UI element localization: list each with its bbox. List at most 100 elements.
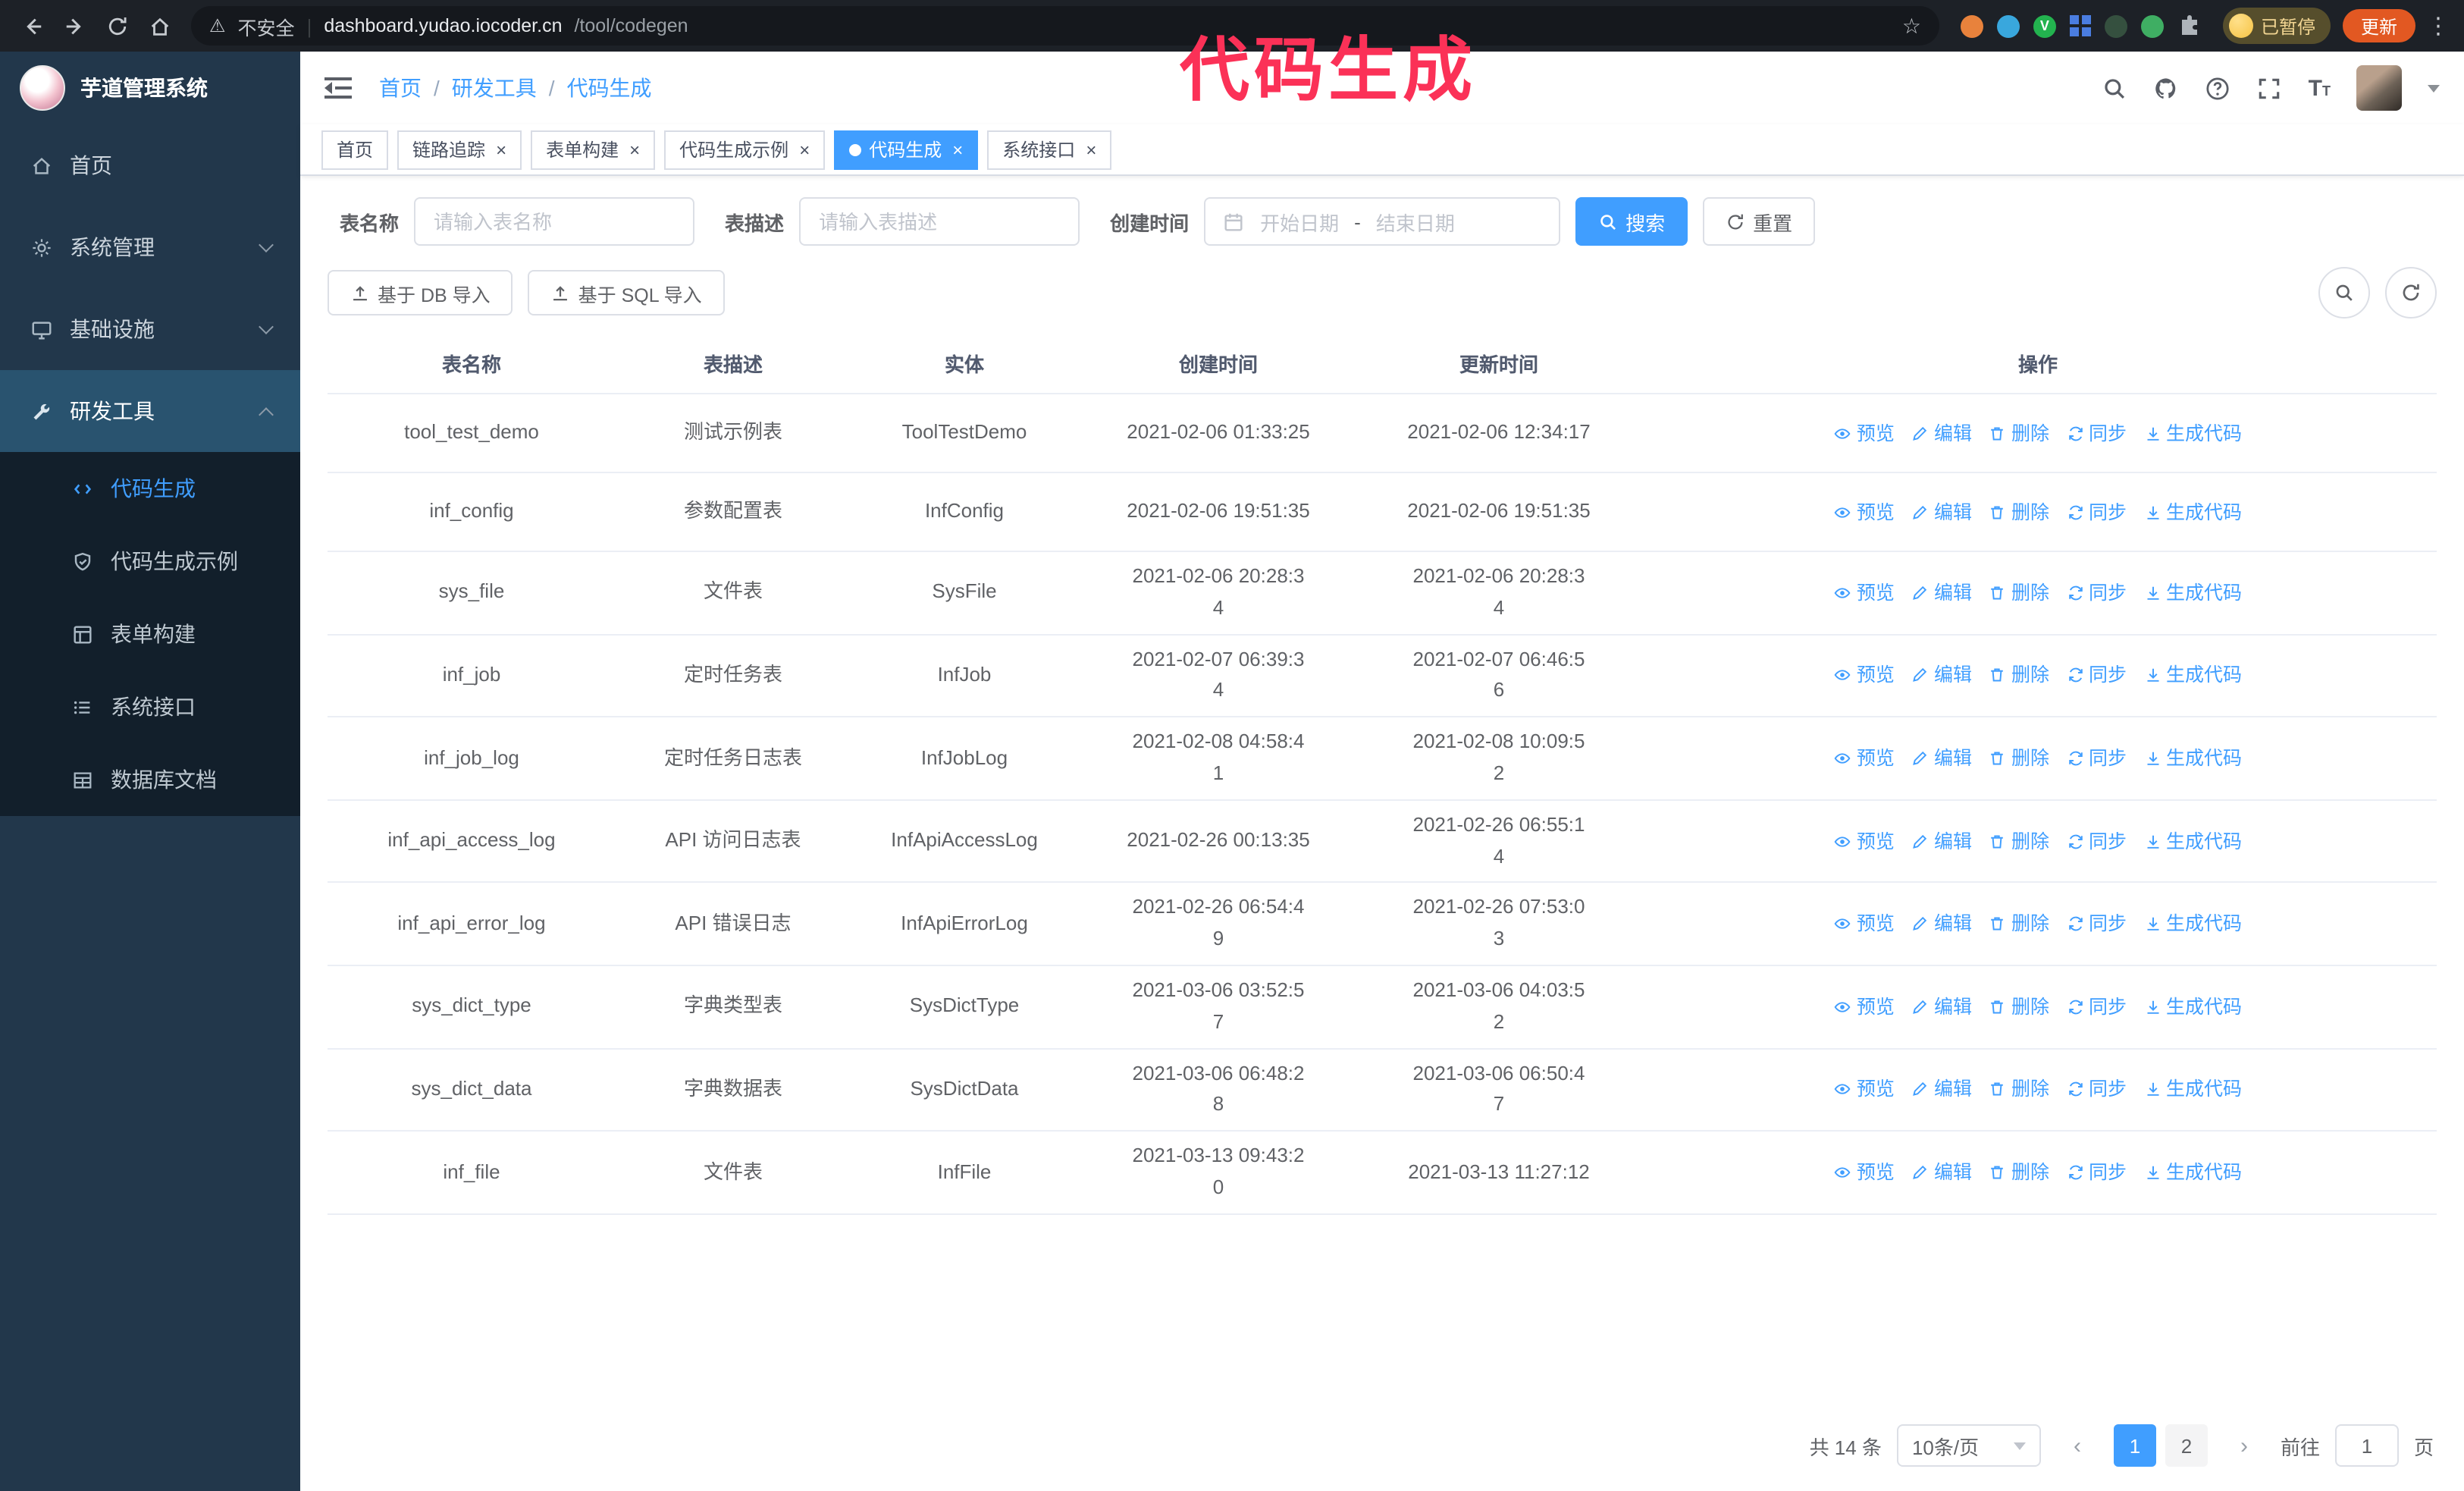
sidebar-item-devtools[interactable]: 研发工具	[0, 370, 300, 452]
edit-link[interactable]: 编辑	[1911, 1075, 1972, 1105]
blue-extension-icon[interactable]	[1996, 14, 2020, 37]
tab[interactable]: 代码生成示例 ×	[664, 130, 826, 169]
sidebar-subitem-form-builder[interactable]: 表单构建	[0, 598, 300, 670]
fullscreen-icon[interactable]	[2257, 75, 2283, 101]
preview-link[interactable]: 预览	[1834, 992, 1895, 1022]
back-icon[interactable]	[12, 6, 52, 46]
edit-link[interactable]: 编辑	[1911, 743, 1972, 774]
edit-link[interactable]: 编辑	[1911, 826, 1972, 856]
generate-code-link[interactable]: 生成代码	[2143, 661, 2242, 691]
preview-link[interactable]: 预览	[1834, 743, 1895, 774]
help-icon[interactable]	[2205, 75, 2231, 101]
close-icon[interactable]: ×	[1086, 140, 1096, 159]
reset-button[interactable]: 重置	[1703, 197, 1816, 246]
close-icon[interactable]: ×	[496, 140, 506, 159]
close-icon[interactable]: ×	[629, 140, 640, 159]
preview-link[interactable]: 预览	[1834, 661, 1895, 691]
table-desc-input[interactable]	[799, 197, 1080, 246]
tab[interactable]: 首页	[321, 130, 389, 169]
generate-code-link[interactable]: 生成代码	[2143, 909, 2242, 939]
dark-extension-icon[interactable]	[2104, 14, 2127, 37]
breadcrumb-home[interactable]: 首页	[379, 73, 422, 103]
avatar-caret-icon[interactable]	[2428, 84, 2440, 92]
sidebar-toggle-icon[interactable]	[324, 76, 352, 100]
delete-link[interactable]: 删除	[1989, 743, 2049, 774]
sidebar-subitem-codegen-example[interactable]: 代码生成示例	[0, 525, 300, 598]
tab[interactable]: 系统接口 ×	[987, 130, 1112, 169]
edit-link[interactable]: 编辑	[1911, 578, 1972, 608]
browser-profile-chip[interactable]: 已暂停	[2222, 8, 2331, 44]
breadcrumb-devtools[interactable]: 研发工具	[452, 73, 537, 103]
close-icon[interactable]: ×	[952, 140, 963, 159]
sidebar-subitem-system-api[interactable]: 系统接口	[0, 670, 300, 743]
sidebar-subitem-codegen[interactable]: 代码生成	[0, 452, 300, 525]
generate-code-link[interactable]: 生成代码	[2143, 743, 2242, 774]
tab[interactable]: 代码生成 ×	[834, 130, 979, 169]
delete-link[interactable]: 删除	[1989, 909, 2049, 939]
generate-code-link[interactable]: 生成代码	[2143, 826, 2242, 856]
table-name-input[interactable]	[414, 197, 695, 246]
delete-link[interactable]: 删除	[1989, 1075, 2049, 1105]
tab[interactable]: 表单构建 ×	[531, 130, 656, 169]
sidebar-item-system[interactable]: 系统管理	[0, 206, 300, 288]
toggle-search-button[interactable]	[2318, 267, 2370, 319]
edit-link[interactable]: 编辑	[1911, 661, 1972, 691]
preview-link[interactable]: 预览	[1834, 578, 1895, 608]
sidebar-item-home[interactable]: 首页	[0, 124, 300, 206]
sidebar-item-infra[interactable]: 基础设施	[0, 288, 300, 370]
preview-link[interactable]: 预览	[1834, 497, 1895, 527]
generate-code-link[interactable]: 生成代码	[2143, 418, 2242, 448]
preview-link[interactable]: 预览	[1834, 1075, 1895, 1105]
sync-link[interactable]: 同步	[2066, 826, 2127, 856]
delete-link[interactable]: 删除	[1989, 418, 2049, 448]
edit-link[interactable]: 编辑	[1911, 418, 1972, 448]
browser-menu-icon[interactable]: ⋮	[2425, 12, 2452, 39]
font-size-icon[interactable]: TT	[2309, 75, 2331, 101]
forward-icon[interactable]	[55, 6, 94, 46]
sidebar-subitem-db-doc[interactable]: 数据库文档	[0, 743, 300, 816]
page-number-1[interactable]: 1	[2113, 1424, 2156, 1467]
chrome-update-button[interactable]: 更新	[2342, 9, 2415, 42]
preview-link[interactable]: 预览	[1834, 418, 1895, 448]
sync-link[interactable]: 同步	[2066, 1157, 2127, 1188]
preview-link[interactable]: 预览	[1834, 826, 1895, 856]
import-db-button[interactable]: 基于 DB 导入	[328, 270, 513, 315]
sync-link[interactable]: 同步	[2066, 992, 2127, 1022]
tab[interactable]: 链路追踪 ×	[397, 130, 522, 169]
delete-link[interactable]: 删除	[1989, 992, 2049, 1022]
header-search-icon[interactable]	[2102, 75, 2128, 101]
goto-page-input[interactable]	[2334, 1424, 2399, 1467]
generate-code-link[interactable]: 生成代码	[2143, 1075, 2242, 1105]
search-button[interactable]: 搜索	[1575, 197, 1688, 246]
refresh-table-button[interactable]	[2385, 267, 2437, 319]
home-icon[interactable]	[140, 6, 179, 46]
close-icon[interactable]: ×	[799, 140, 810, 159]
sync-link[interactable]: 同步	[2066, 1075, 2127, 1105]
delete-link[interactable]: 删除	[1989, 578, 2049, 608]
sync-link[interactable]: 同步	[2066, 661, 2127, 691]
generate-code-link[interactable]: 生成代码	[2143, 992, 2242, 1022]
edit-link[interactable]: 编辑	[1911, 497, 1972, 527]
github-icon[interactable]	[2154, 75, 2180, 101]
preview-link[interactable]: 预览	[1834, 909, 1895, 939]
sync-link[interactable]: 同步	[2066, 418, 2127, 448]
bookmark-star-icon[interactable]: ☆	[1902, 13, 1921, 39]
sync-link[interactable]: 同步	[2066, 497, 2127, 527]
leaf-extension-icon[interactable]	[2140, 14, 2164, 37]
generate-code-link[interactable]: 生成代码	[2143, 578, 2242, 608]
next-page-icon[interactable]: ›	[2223, 1424, 2265, 1467]
sidebar-logo[interactable]: 芋道管理系统	[0, 52, 300, 124]
generate-code-link[interactable]: 生成代码	[2143, 1157, 2242, 1188]
prev-page-icon[interactable]: ‹	[2056, 1424, 2099, 1467]
sync-link[interactable]: 同步	[2066, 909, 2127, 939]
sync-link[interactable]: 同步	[2066, 743, 2127, 774]
sync-link[interactable]: 同步	[2066, 578, 2127, 608]
import-sql-button[interactable]: 基于 SQL 导入	[528, 270, 725, 315]
edit-link[interactable]: 编辑	[1911, 1157, 1972, 1188]
date-range-picker[interactable]: 开始日期 - 结束日期	[1204, 197, 1561, 246]
preview-link[interactable]: 预览	[1834, 1157, 1895, 1188]
grid-extension-icon[interactable]	[2069, 15, 2091, 36]
edit-link[interactable]: 编辑	[1911, 992, 1972, 1022]
puzzle-icon[interactable]	[2177, 14, 2202, 38]
address-bar[interactable]: ⚠ 不安全 | dashboard.yudao.iocoder.cn /tool…	[191, 6, 1939, 46]
